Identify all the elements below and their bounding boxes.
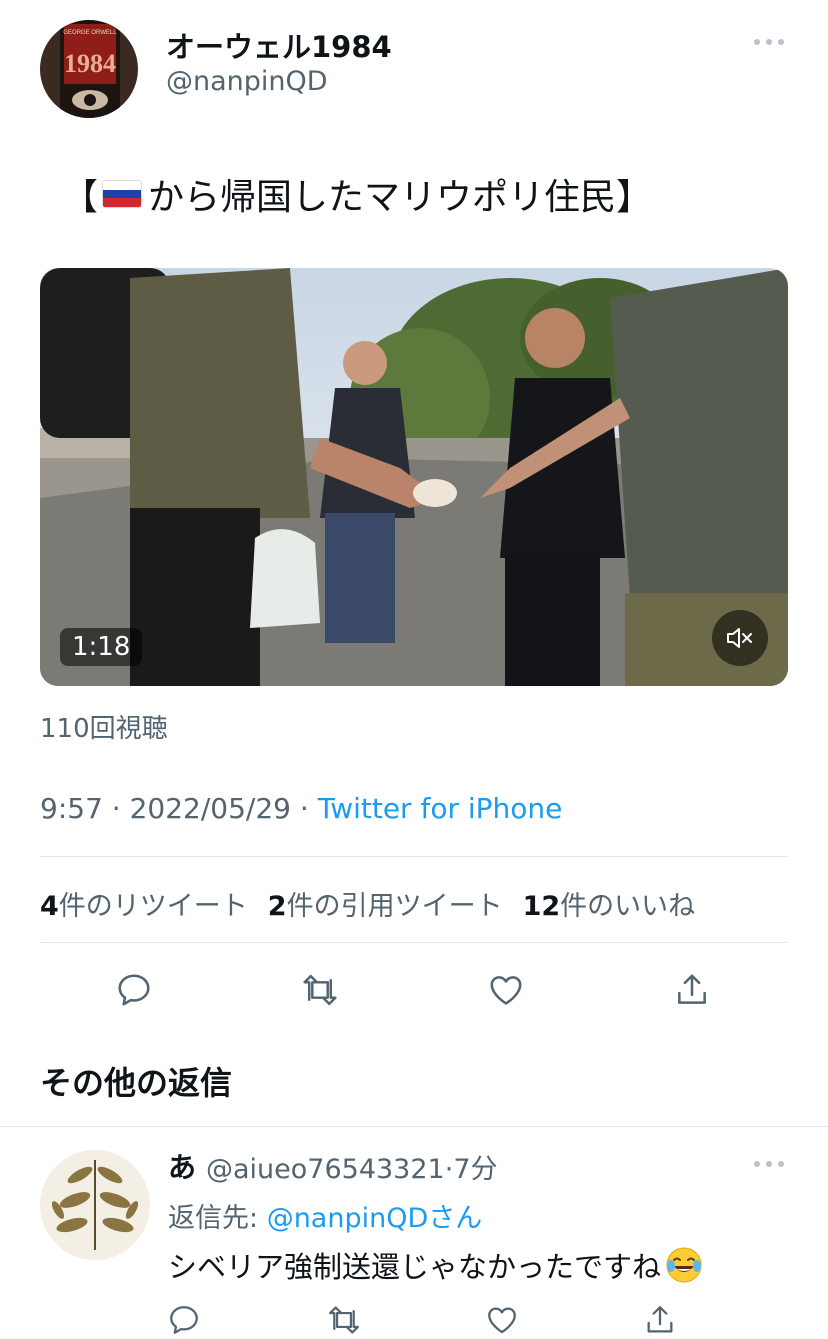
reply-retweet-icon[interactable] [322,1298,366,1339]
retweets-stat[interactable]: 4件のリツイート [40,884,248,923]
video-player[interactable]: 1:18 [40,268,788,686]
share-icon[interactable] [670,968,714,1012]
like-icon[interactable] [484,968,528,1012]
divider [0,1126,828,1127]
author-avatar[interactable]: GEORGE ORWELL 1984 [40,20,138,118]
reply-share-icon[interactable] [638,1298,682,1339]
reply-display-name[interactable]: あ [168,1146,196,1186]
reply-author-avatar[interactable] [40,1150,150,1260]
reply-like-icon[interactable] [480,1298,524,1339]
reply-to-handle: @nanpinQD [266,1203,429,1234]
avatar-book-author: GEORGE ORWELL [63,30,117,36]
russia-flag-icon [102,180,143,208]
likes-stat[interactable]: 12件のいいね [523,884,696,923]
quotes-count: 2 [267,891,287,922]
reply-to-handle-link[interactable]: @nanpinQDさん [267,1203,483,1234]
more-replies-heading: その他の返信 [40,1064,233,1102]
reply-more-icon[interactable] [754,1158,784,1170]
likes-count: 12 [522,891,561,922]
reply-to-label: 返信先: [168,1203,267,1234]
retweet-icon[interactable] [298,968,342,1012]
reply-to-line: 返信先: @nanpinQDさん [168,1196,482,1235]
tweet-date: 2022/05/29 [129,792,291,825]
divider [40,856,788,857]
reply-time: 7分 [453,1154,498,1185]
reply-icon[interactable] [112,968,156,1012]
tweet-text: 【 から帰国したマリウポリ住民】 [62,168,652,220]
tweet-time: 9:57 [40,792,103,825]
tweet-meta: 9:57 · 2022/05/29 · Twitter for iPhone [40,792,562,825]
retweets-count: 4 [40,891,59,922]
joy-emoji-icon [665,1246,703,1284]
reply-text: シベリア強制送還じゃなかったですね [168,1244,703,1286]
tweet-more-icon[interactable] [754,36,784,48]
divider [40,942,788,943]
video-duration: 1:18 [60,628,143,666]
tweet-stats: 4件のリツイート 2件の引用ツイート 12件のいいね [40,884,695,923]
reply-text-body: シベリア強制送還じゃなかったですね [168,1250,662,1284]
reply-to-suffix: さん [428,1203,483,1234]
tweet-client-link[interactable]: Twitter for iPhone [318,792,563,825]
reply-reply-icon[interactable] [162,1298,206,1339]
author-handle[interactable]: @nanpinQD [166,66,328,97]
meta-separator: · [299,792,309,825]
view-count: 110回視聴 [40,714,168,744]
meta-separator: · [111,792,121,825]
quotes-stat[interactable]: 2件の引用ツイート [268,884,503,923]
likes-label: 件のいいね [560,891,696,922]
mute-icon[interactable] [712,610,768,666]
reply-meta: @aiueo76543321·7分 [206,1147,498,1186]
author-display-name[interactable]: オーウェル1984 [166,24,392,66]
tweet-text-bracket: 【 [62,177,99,218]
tweet-text-body: から帰国したマリウポリ住民】 [148,177,653,218]
reply-handle[interactable]: @aiueo76543321 [206,1154,445,1185]
quotes-label: 件の引用ツイート [286,891,503,922]
avatar-book-title: 1984 [64,49,116,78]
retweets-label: 件のリツイート [58,891,248,922]
